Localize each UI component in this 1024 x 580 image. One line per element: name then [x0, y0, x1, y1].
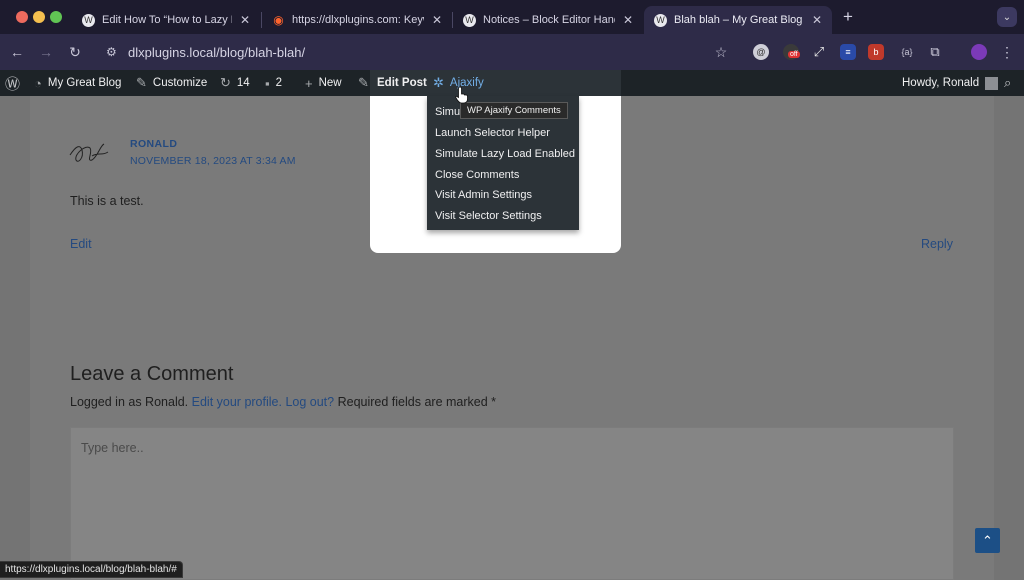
close-tab-icon[interactable]: ✕: [623, 13, 633, 27]
browser-tab-4-active[interactable]: W Blah blah – My Great Blog ✕: [644, 6, 832, 34]
chevron-down-icon: ⌄: [1002, 11, 1012, 23]
admin-search-button[interactable]: ⌕: [1004, 70, 1017, 96]
browser-tab-strip: W Edit How To “How to Lazy Lo ✕ ◉ https:…: [0, 0, 1024, 34]
extension-code-icon[interactable]: {a}: [897, 44, 917, 60]
admin-bar-hover-area: [489, 70, 621, 96]
tab-title: https://dlxplugins.com: Keyw: [292, 14, 424, 26]
comment-placeholder: Type here..: [81, 441, 144, 455]
updates-count: 14: [236, 77, 250, 89]
updates-icon: ↻: [220, 75, 231, 90]
edit-post-label: Edit Post: [377, 77, 427, 89]
edit-comment-link[interactable]: Edit: [70, 237, 92, 251]
customize-link[interactable]: ✎ Customize: [136, 70, 207, 96]
required-fields-note: Required fields are marked *: [337, 395, 497, 409]
menu-item-visit-admin-settings[interactable]: Visit Admin Settings: [435, 189, 532, 201]
comments-count: 2: [275, 77, 283, 89]
maximize-window-button[interactable]: [50, 11, 62, 23]
menu-item-simulate-lazy-load[interactable]: Simulate Lazy Load Enabled: [435, 148, 575, 160]
minimize-window-button[interactable]: [33, 11, 45, 23]
my-account-menu[interactable]: Howdy, Ronald: [902, 70, 999, 96]
extension-badge: off: [788, 51, 800, 58]
pencil-icon: ✎: [358, 75, 369, 90]
brush-icon: ✎: [136, 75, 147, 90]
leave-comment-heading: Leave a Comment: [70, 363, 234, 385]
edit-profile-link[interactable]: Edit your profile.: [192, 395, 282, 409]
address-text: dlxplugins.local/blog/blah-blah/: [128, 44, 306, 60]
ajaxify-tooltip: WP Ajaxify Comments: [460, 102, 568, 119]
plus-icon: +: [305, 75, 313, 91]
close-tab-icon[interactable]: ✕: [240, 13, 250, 27]
edit-post-menu[interactable]: Edit Post: [370, 70, 427, 96]
comment-textarea[interactable]: Type here..: [70, 427, 954, 580]
chevron-up-icon: ⌃: [982, 532, 993, 548]
expand-icon[interactable]: ⤢: [811, 44, 827, 60]
close-tab-icon[interactable]: ✕: [432, 13, 442, 27]
tab-title: Blah blah – My Great Blog: [674, 14, 803, 26]
menu-item-visit-selector-settings[interactable]: Visit Selector Settings: [435, 210, 542, 222]
tab-title: Edit How To “How to Lazy Lo: [102, 14, 232, 26]
comments-link[interactable]: ▪ 2: [265, 70, 282, 96]
wordpress-logo-icon: Ⓦ: [5, 75, 21, 93]
site-name-menu[interactable]: ◔ My Great Blog: [34, 70, 121, 96]
menu-item-launch-selector-helper[interactable]: Launch Selector Helper: [435, 127, 550, 139]
extension-icon[interactable]: off: [783, 44, 800, 60]
wordpress-icon: W: [654, 13, 667, 27]
browser-tab-1[interactable]: W Edit How To “How to Lazy Lo ✕: [72, 6, 260, 34]
extension-icon[interactable]: @: [753, 44, 769, 60]
dashboard-icon: ◔: [34, 75, 42, 91]
bookmark-star-icon[interactable]: ☆: [712, 43, 730, 61]
menu-item-simulate[interactable]: Simu: [435, 106, 460, 118]
hand-cursor-icon: [455, 86, 468, 104]
logged-in-text: Logged in as Ronald.: [70, 395, 189, 409]
comment-text: This is a test.: [70, 194, 144, 208]
extensions-puzzle-icon[interactable]: ⧉: [927, 44, 943, 60]
howdy-label: Howdy, Ronald: [902, 77, 980, 89]
site-name-label: My Great Blog: [47, 77, 122, 89]
log-out-link[interactable]: Log out?: [285, 395, 334, 409]
signature-avatar: [69, 143, 109, 162]
browser-tab-3[interactable]: W Notices – Block Editor Handb ✕: [453, 6, 643, 34]
status-bar-url: https://dlxplugins.local/blog/blah-blah/…: [0, 561, 183, 578]
spinner-icon: ✲: [433, 75, 444, 90]
extension-icon[interactable]: ≡: [840, 44, 856, 60]
close-window-button[interactable]: [16, 11, 28, 23]
browser-tab-2[interactable]: ◉ https://dlxplugins.com: Keyw ✕: [262, 6, 452, 34]
close-tab-icon[interactable]: ✕: [812, 13, 822, 27]
semrush-icon: ◉: [273, 13, 284, 27]
back-to-top-button[interactable]: ⌃: [975, 528, 1000, 553]
new-tab-button[interactable]: +: [839, 7, 857, 27]
user-avatar: [985, 76, 999, 90]
browser-toolbar: ← → ↻ ⚙ dlxplugins.local/blog/blah-blah/…: [0, 34, 1024, 70]
comment-bubble-icon: ▪: [265, 75, 270, 91]
wordpress-icon: W: [82, 13, 95, 27]
reply-link[interactable]: Reply: [921, 237, 953, 251]
comment-date-link[interactable]: NOVEMBER 18, 2023 AT 3:34 AM: [130, 155, 296, 167]
new-content-menu[interactable]: + New: [305, 70, 342, 96]
menu-item-close-comments[interactable]: Close Comments: [435, 169, 519, 181]
extension-icon[interactable]: b: [868, 44, 884, 60]
wp-admin-bar: Ⓦ ◔ My Great Blog ✎ Customize ↻ 14 ▪ 2 +…: [0, 70, 1024, 96]
tab-title: Notices – Block Editor Handb: [483, 14, 615, 26]
search-icon: ⌕: [1004, 75, 1012, 90]
logged-in-notice: Logged in as Ronald. Edit your profile. …: [70, 395, 496, 409]
browser-menu-icon[interactable]: ⋮: [998, 43, 1016, 61]
tab-search-button[interactable]: ⌄: [997, 7, 1017, 27]
new-label: New: [318, 77, 342, 89]
reload-button[interactable]: ↻: [66, 43, 84, 61]
address-bar[interactable]: ⚙ dlxplugins.local/blog/blah-blah/: [98, 38, 738, 66]
profile-avatar[interactable]: [971, 44, 987, 60]
wordpress-icon: W: [463, 13, 476, 27]
customize-label: Customize: [152, 77, 208, 89]
site-settings-icon[interactable]: ⚙: [106, 45, 122, 59]
forward-button[interactable]: →: [37, 43, 55, 61]
wp-logo-menu[interactable]: Ⓦ: [5, 70, 26, 96]
comment-author-link[interactable]: RONALD: [130, 138, 177, 150]
updates-link[interactable]: ↻ 14: [220, 70, 250, 96]
back-button[interactable]: ←: [8, 43, 26, 61]
